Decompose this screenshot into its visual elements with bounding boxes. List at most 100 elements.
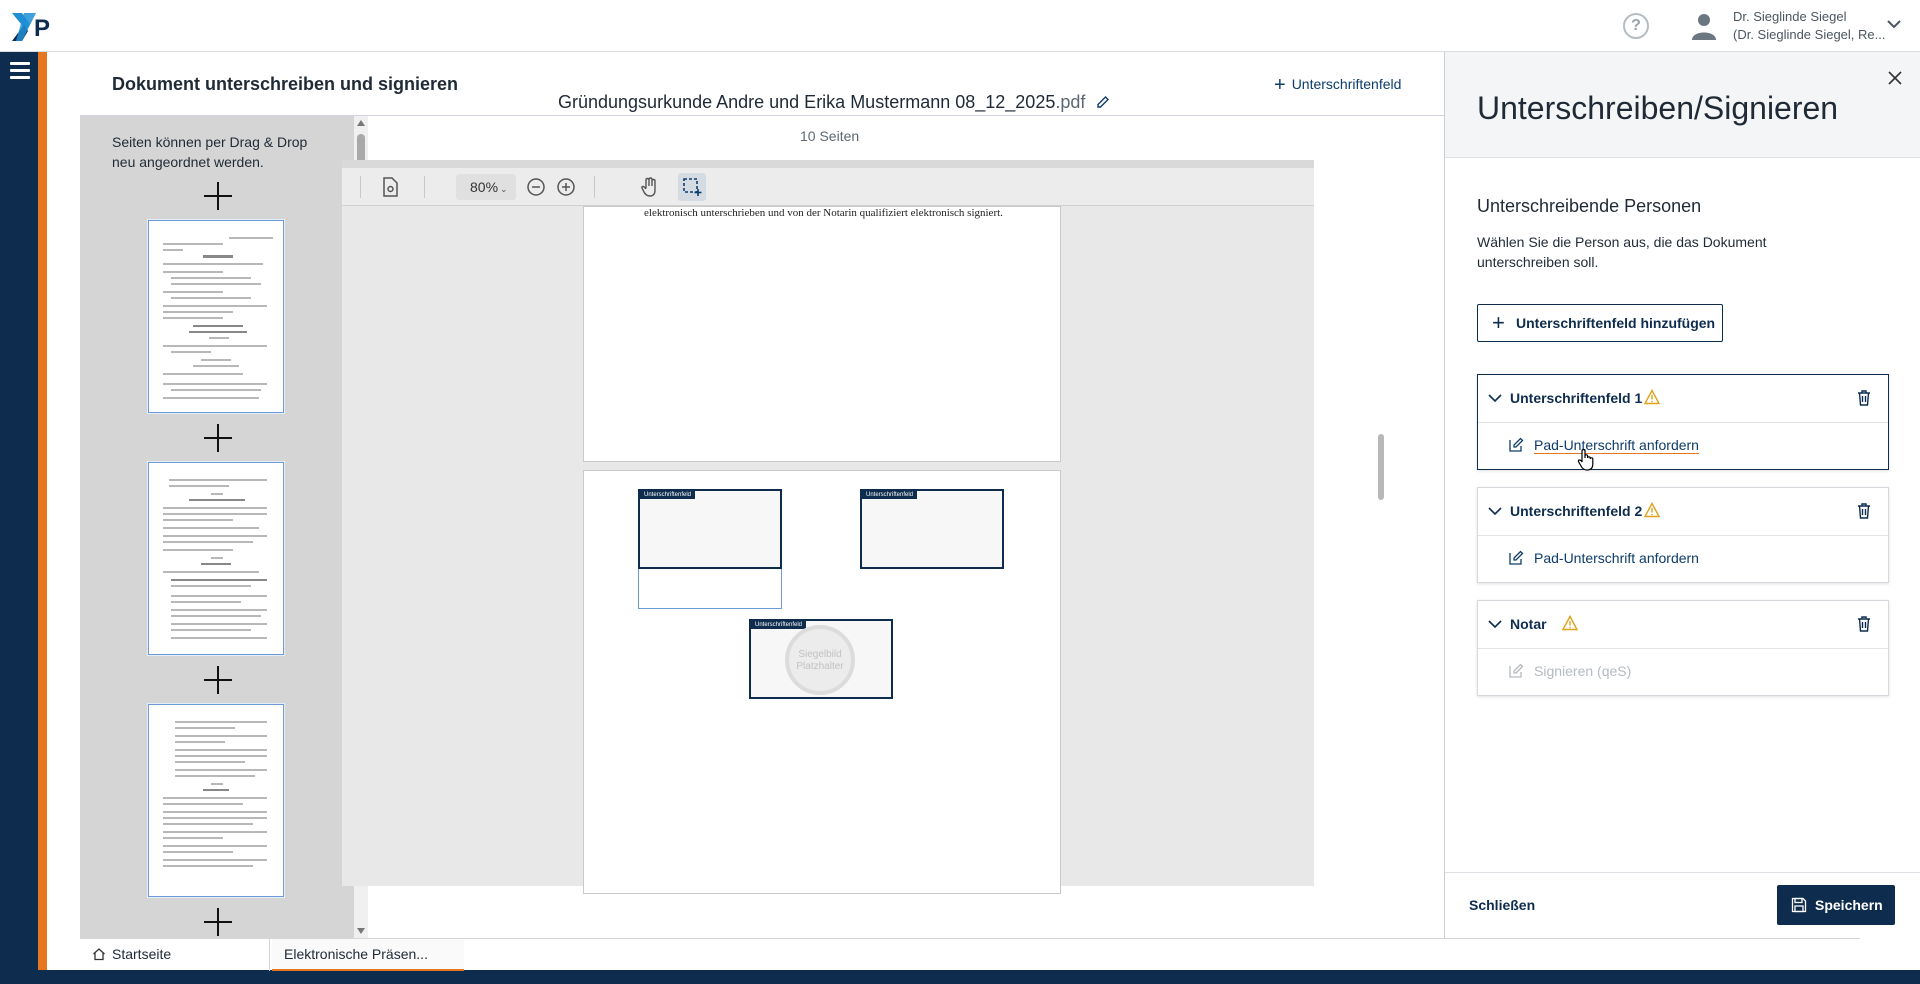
add-signature-field-link[interactable]: + Unterschriftenfeld	[1274, 74, 1401, 97]
pdf-page: Unterschriftenfeld Unterschriftenfeld Un…	[583, 470, 1061, 894]
add-signature-field-button-label: Unterschriftenfeld hinzufügen	[1516, 315, 1716, 331]
hand-tool-icon[interactable]	[638, 175, 662, 199]
user-avatar-icon[interactable]	[1691, 12, 1717, 40]
request-pad-signature-link[interactable]: Pad-Unterschrift anfordern	[1534, 437, 1699, 453]
page-thumbnails-panel: Seiten können per Drag & Drop neu angeor…	[80, 116, 354, 938]
edit-pencil-icon[interactable]	[1096, 95, 1110, 109]
drag-drop-hint: Seiten können per Drag & Drop neu angeor…	[112, 134, 308, 170]
signature-card-2[interactable]: Unterschriftenfeld 2 Pad-Unterschrift an…	[1477, 487, 1889, 583]
page-thumbnail-1[interactable]	[148, 220, 284, 413]
menu-icon[interactable]	[10, 62, 30, 80]
tab-electronic-presentation[interactable]: Elektronische Präsen...	[272, 939, 464, 971]
scroll-up-icon[interactable]	[357, 120, 365, 126]
side-rail	[0, 52, 38, 984]
card-action-row[interactable]: Pad-Unterschrift anfordern	[1478, 536, 1888, 582]
chevron-down-icon[interactable]	[1488, 506, 1502, 516]
xp-logo[interactable]: P	[10, 10, 62, 44]
insert-page-icon[interactable]	[202, 180, 234, 212]
card-title: Notar	[1510, 616, 1547, 632]
select-area-icon	[683, 178, 702, 196]
page-thumbnail-2[interactable]	[148, 462, 284, 655]
panel-header: Unterschreiben/Signieren	[1445, 52, 1920, 158]
select-area-tool[interactable]	[678, 173, 706, 201]
sign-qes-link: Signieren (qeS)	[1534, 663, 1632, 679]
user-name[interactable]: Dr. Sieglinde Siegel	[1733, 8, 1846, 25]
signature-field-tag: Unterschriftenfeld	[862, 491, 918, 499]
chevron-down-icon[interactable]	[1488, 393, 1502, 403]
edit-icon	[1509, 663, 1524, 678]
save-button[interactable]: Speichern	[1777, 885, 1895, 925]
delete-icon[interactable]	[1856, 502, 1872, 520]
notary-seal-field-box[interactable]: Unterschriftenfeld Siegelbild Platzhalte…	[749, 619, 893, 699]
viewer-scrollbar[interactable]	[1378, 434, 1384, 500]
signature-card-1[interactable]: Unterschriftenfeld 1 Pad-Unterschrift an…	[1477, 374, 1889, 470]
tab-home[interactable]: Startseite	[80, 939, 270, 971]
page-title: Dokument unterschreiben und signieren	[112, 74, 459, 94]
panel-title: Unterschreiben/Signieren	[1477, 90, 1839, 126]
help-icon[interactable]: ?	[1623, 13, 1649, 39]
page-thumbnail-3[interactable]	[148, 704, 284, 897]
warning-icon	[1644, 389, 1660, 405]
tab-home-label: Startseite	[112, 946, 172, 962]
section-title: Unterschreibende Personen	[1477, 196, 1702, 216]
svg-text:P: P	[34, 15, 50, 42]
card-header[interactable]: Unterschriftenfeld 1	[1478, 375, 1888, 423]
top-bar: P ? Dr. Sieglinde Siegel (Dr. Sieglinde …	[0, 0, 1920, 52]
card-title: Unterschriftenfeld 2	[1510, 503, 1643, 519]
edit-icon	[1509, 437, 1524, 452]
signature-field-box[interactable]: Unterschriftenfeld	[638, 489, 782, 569]
chevron-down-icon[interactable]	[1488, 619, 1502, 629]
close-button[interactable]: Schließen	[1469, 897, 1535, 913]
plus-icon: +	[1492, 310, 1505, 335]
add-signature-field-button[interactable]: + Unterschriftenfeld hinzufügen	[1477, 304, 1723, 342]
scroll-down-icon[interactable]	[357, 928, 365, 934]
seal-placeholder-icon: Siegelbild Platzhalter	[785, 625, 855, 695]
signature-field-tag: Unterschriftenfeld	[640, 491, 696, 499]
card-action-row: Signieren (qeS)	[1478, 649, 1888, 695]
user-role[interactable]: (Dr. Sieglinde Siegel, Re...	[1733, 26, 1885, 43]
signature-field-box[interactable]: Unterschriftenfeld	[860, 489, 1004, 569]
section-description: Wählen Sie die Person aus, die das Dokum…	[1477, 234, 1767, 270]
document-title: Gründungsurkunde Andre und Erika Musterm…	[558, 92, 1110, 113]
signature-field-tag: Unterschriftenfeld	[751, 621, 807, 629]
plus-icon: +	[1274, 74, 1286, 96]
zoom-select[interactable]: 80% ⌄	[456, 174, 516, 200]
viewer-toolbar: 80% ⌄	[342, 168, 1314, 206]
save-button-label: Speichern	[1815, 897, 1883, 913]
insert-page-icon[interactable]	[202, 664, 234, 696]
hand-cursor-icon	[1577, 448, 1594, 471]
delete-icon[interactable]	[1856, 389, 1872, 407]
tab-active-label: Elektronische Präsen...	[284, 946, 428, 962]
warning-icon	[1562, 615, 1578, 631]
card-title: Unterschriftenfeld 1	[1510, 390, 1643, 406]
bottom-tab-bar: Startseite Elektronische Präsen...	[80, 938, 1860, 971]
delete-icon[interactable]	[1856, 615, 1872, 633]
close-icon[interactable]	[1887, 70, 1903, 86]
zoom-in-icon[interactable]	[554, 175, 578, 199]
document-extension: .pdf	[1055, 92, 1086, 112]
insert-page-icon[interactable]	[202, 422, 234, 454]
zoom-out-icon[interactable]	[524, 175, 548, 199]
pdf-viewer: 80% ⌄ elektronisch unterschrieben und von…	[342, 160, 1314, 894]
page-text: elektronisch unterschrieben und von der …	[644, 207, 1003, 219]
card-header[interactable]: Unterschriftenfeld 2	[1478, 488, 1888, 536]
card-action-row[interactable]: Pad-Unterschrift anfordern	[1478, 423, 1888, 469]
chevron-down-icon[interactable]	[1886, 18, 1902, 30]
notary-card[interactable]: Notar Signieren (qeS)	[1477, 600, 1889, 696]
chevron-down-icon: ⌄	[500, 184, 508, 194]
bottom-rail	[0, 970, 1920, 984]
pdf-page: elektronisch unterschrieben und von der …	[583, 206, 1061, 462]
request-pad-signature-link[interactable]: Pad-Unterschrift anfordern	[1534, 550, 1699, 566]
document-settings-icon[interactable]	[378, 175, 402, 199]
add-signature-field-label: Unterschriftenfeld	[1291, 76, 1402, 92]
seal-text-line-2: Platzhalter	[796, 661, 844, 672]
home-icon	[93, 948, 105, 961]
page-count: 10 Seiten	[800, 128, 860, 144]
seal-text-line-1: Siegelbild	[798, 649, 842, 660]
document-name: Gründungsurkunde Andre und Erika Musterm…	[558, 92, 1056, 112]
panel-footer: Schließen Speichern	[1445, 872, 1920, 938]
card-header[interactable]: Notar	[1478, 601, 1888, 649]
side-rail-accent	[38, 52, 47, 984]
insert-page-icon[interactable]	[202, 906, 234, 938]
edit-icon	[1509, 550, 1524, 565]
